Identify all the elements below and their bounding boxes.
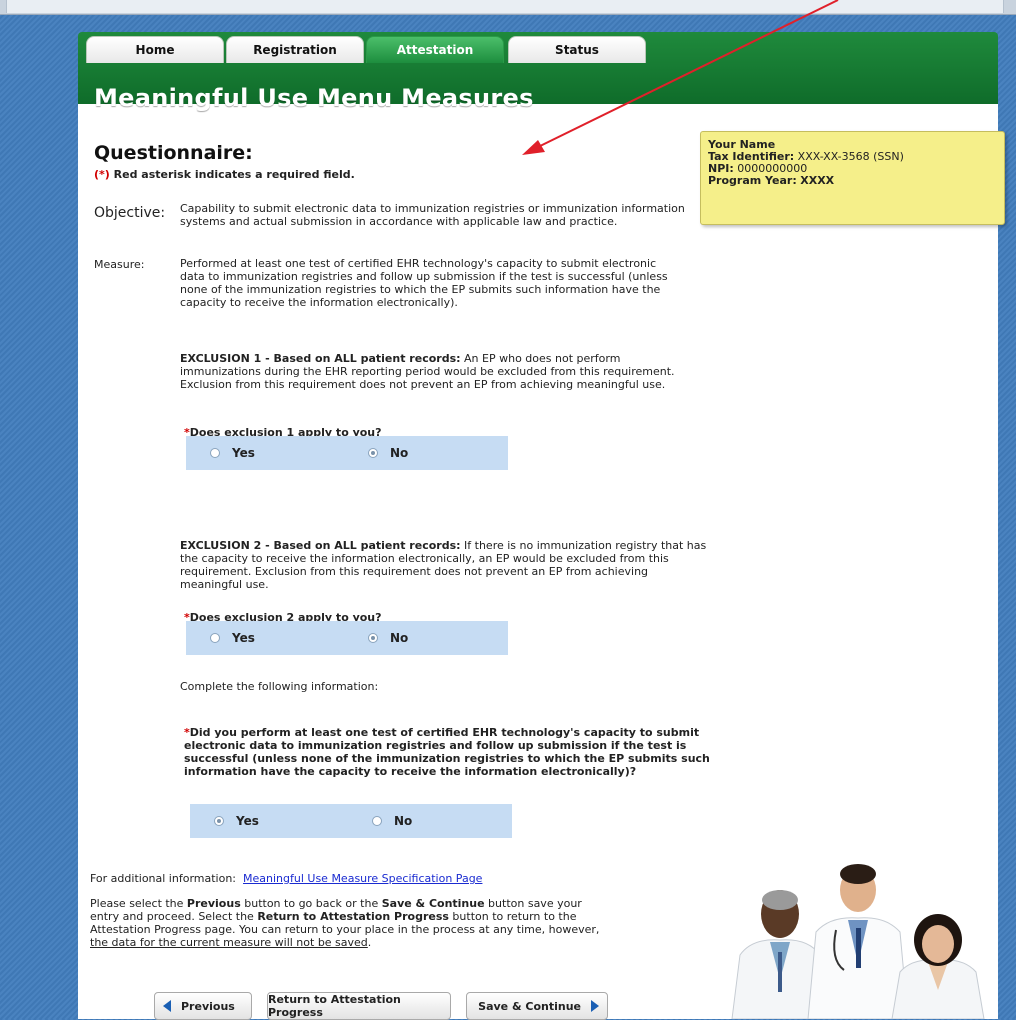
tab-attestation[interactable]: Attestation bbox=[366, 36, 504, 63]
exclusion-2-yes-radio[interactable] bbox=[210, 633, 220, 643]
main-question-no-option[interactable]: No bbox=[372, 814, 412, 828]
exclusion-1-heading: EXCLUSION 1 - Based on ALL patient recor… bbox=[180, 352, 461, 365]
return-to-attestation-button[interactable]: Return to Attestation Progress bbox=[267, 992, 451, 1020]
doctor-2-figure bbox=[807, 864, 909, 1019]
instr-save: Save & Continue bbox=[381, 897, 485, 910]
browser-top-strip bbox=[0, 0, 1016, 15]
exclusion-1-no-label: No bbox=[390, 446, 409, 460]
instr-part-1: Please select the bbox=[90, 897, 187, 910]
exclusion-1-yes-radio[interactable] bbox=[210, 448, 220, 458]
instr-return: Return to Attestation Progress bbox=[257, 910, 449, 923]
return-button-label: Return to Attestation Progress bbox=[268, 993, 401, 1019]
exclusion-1-radio-group: Yes No bbox=[186, 436, 508, 470]
program-year-value: XXXX bbox=[800, 174, 835, 187]
browser-top-strip-inner bbox=[6, 0, 1004, 13]
main-question-no-radio[interactable] bbox=[372, 816, 382, 826]
save-button-label: Save & Continue bbox=[478, 999, 581, 1013]
exclusion-2-yes-option[interactable]: Yes bbox=[210, 631, 255, 645]
required-field-note: (*) Red asterisk indicates a required fi… bbox=[94, 168, 355, 181]
main-question-no-label: No bbox=[394, 814, 413, 828]
previous-button[interactable]: Previous bbox=[154, 992, 252, 1020]
exclusion-2-no-label: No bbox=[390, 631, 409, 645]
exclusion-1-description: EXCLUSION 1 - Based on ALL patient recor… bbox=[180, 352, 680, 391]
program-year-label: Program Year: bbox=[708, 174, 797, 187]
navigation-instructions: Please select the Previous button to go … bbox=[90, 897, 610, 949]
main-question-text: Did you perform at least one test of cer… bbox=[184, 726, 710, 778]
exclusion-1-yes-option[interactable]: Yes bbox=[210, 446, 255, 460]
exclusion-2-no-option[interactable]: No bbox=[368, 631, 408, 645]
instr-part-2: button to go back or the bbox=[240, 897, 382, 910]
exclusion-1-no-radio[interactable] bbox=[368, 448, 378, 458]
exclusion-1-no-option[interactable]: No bbox=[368, 446, 408, 460]
instr-part-5: . bbox=[367, 936, 372, 949]
main-question-yes-radio[interactable] bbox=[214, 816, 224, 826]
doctor-3-figure bbox=[891, 914, 985, 1019]
page-title: Meaningful Use Menu Measures bbox=[94, 84, 534, 112]
instr-warning: the data for the current measure will no… bbox=[90, 936, 368, 949]
left-arrow-icon bbox=[163, 1000, 171, 1012]
measure-specification-link[interactable]: Meaningful Use Measure Specification Pag… bbox=[243, 872, 482, 885]
previous-button-label: Previous bbox=[181, 999, 235, 1013]
objective-text: Capability to submit electronic data to … bbox=[180, 202, 685, 228]
main-question: *Did you perform at least one test of ce… bbox=[184, 726, 712, 778]
additional-info-label: For additional information: bbox=[90, 872, 237, 885]
exclusion-2-radio-group: Yes No bbox=[186, 621, 508, 655]
save-continue-button[interactable]: Save & Continue bbox=[466, 992, 608, 1020]
main-question-yes-label: Yes bbox=[236, 814, 259, 828]
tab-status[interactable]: Status bbox=[508, 36, 646, 63]
provider-info-box: Your Name Tax Identifier: XXX-XX-3568 (S… bbox=[700, 131, 1005, 225]
additional-info: For additional information: Meaningful U… bbox=[90, 872, 482, 885]
tax-id-value: XXX-XX-3568 (SSN) bbox=[797, 150, 904, 163]
tab-registration[interactable]: Registration bbox=[226, 36, 364, 63]
right-arrow-icon bbox=[591, 1000, 599, 1012]
complete-info-label: Complete the following information: bbox=[180, 680, 379, 693]
doctors-photo bbox=[731, 864, 985, 1019]
tab-home[interactable]: Home bbox=[86, 36, 224, 63]
exclusion-2-description: EXCLUSION 2 - Based on ALL patient recor… bbox=[180, 539, 710, 591]
exclusion-2-heading: EXCLUSION 2 - Based on ALL patient recor… bbox=[180, 539, 461, 552]
measure-text: Performed at least one test of certified… bbox=[180, 257, 668, 309]
exclusion-1-yes-label: Yes bbox=[232, 446, 255, 460]
main-question-yes-option[interactable]: Yes bbox=[214, 814, 259, 828]
main-question-radio-group: Yes No bbox=[190, 804, 512, 838]
objective-label: Objective: bbox=[94, 205, 166, 221]
exclusion-2-no-radio[interactable] bbox=[368, 633, 378, 643]
required-marker: (*) bbox=[94, 168, 110, 181]
measure-label: Measure: bbox=[94, 258, 145, 271]
required-note-text: Red asterisk indicates a required field. bbox=[109, 168, 355, 181]
instr-previous: Previous bbox=[186, 897, 241, 910]
questionnaire-title: Questionnaire: bbox=[94, 142, 253, 164]
exclusion-2-yes-label: Yes bbox=[232, 631, 255, 645]
